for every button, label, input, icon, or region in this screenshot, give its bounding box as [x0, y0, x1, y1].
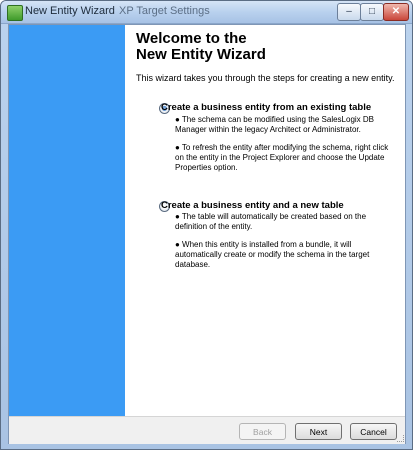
option-existing-table-note-2: ● To refresh the entity after modifying … — [175, 143, 389, 172]
wizard-footer: Back Next Cancel — [9, 416, 405, 444]
option-existing-table-label[interactable]: Create a business entity from an existin… — [161, 102, 401, 113]
heading-line-2: New Entity Wizard — [136, 46, 266, 63]
wizard-side-panel — [9, 25, 125, 416]
maximize-button[interactable]: □ — [360, 3, 384, 21]
intro-text: This wizard takes you through the steps … — [136, 73, 395, 83]
option-new-table-note-1: ● The table will automatically be create… — [175, 212, 367, 231]
next-button[interactable]: Next — [295, 423, 342, 440]
window-title: New Entity Wizard — [25, 5, 115, 17]
cancel-button[interactable]: Cancel — [350, 423, 397, 440]
page-title: Welcome to the New Entity Wizard — [136, 31, 396, 63]
wizard-window: New Entity Wizard XP Target Settings – □… — [0, 0, 413, 450]
title-bar[interactable]: New Entity Wizard XP Target Settings – □… — [1, 1, 412, 24]
option-new-table-label[interactable]: Create a business entity and a new table — [161, 200, 401, 211]
back-button[interactable]: Back — [239, 423, 286, 440]
background-window-title: XP Target Settings — [119, 5, 210, 17]
app-icon — [7, 5, 23, 21]
option-new-table-note-2: ● When this entity is installed from a b… — [175, 240, 370, 269]
wizard-content: Welcome to the New Entity Wizard This wi… — [125, 25, 405, 416]
heading-line-1: Welcome to the — [136, 30, 247, 47]
minimize-button[interactable]: – — [337, 3, 361, 21]
resize-grip[interactable] — [397, 435, 404, 442]
option-existing-table-note-1: ● The schema can be modified using the S… — [175, 115, 375, 134]
wizard-client-area: Welcome to the New Entity Wizard This wi… — [8, 24, 406, 444]
close-button[interactable]: ✕ — [383, 3, 409, 21]
